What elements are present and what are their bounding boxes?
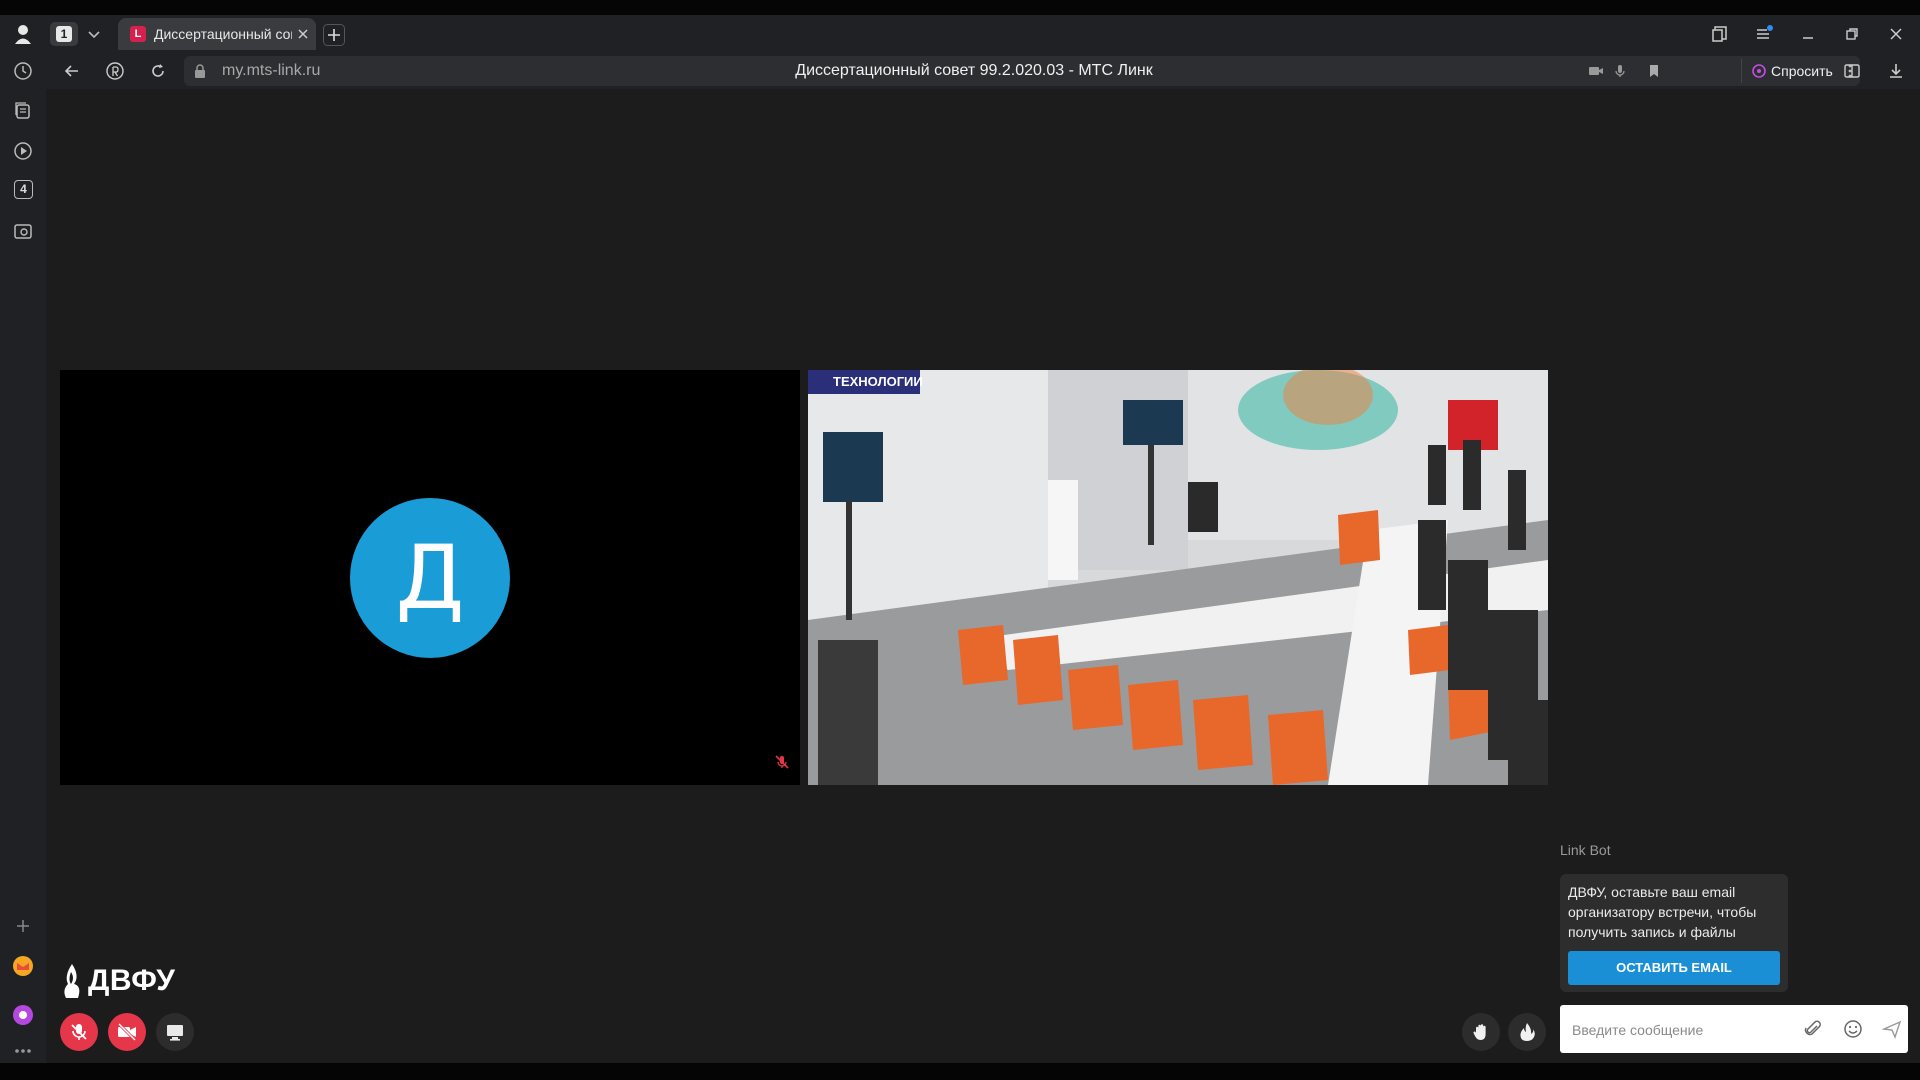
bookmark-icon[interactable] (1646, 63, 1662, 79)
alice-assistant-icon[interactable] (12, 1004, 34, 1026)
back-icon[interactable] (62, 61, 82, 81)
emoji-icon[interactable] (1843, 1019, 1863, 1039)
dvfu-flame-logo-icon (64, 964, 80, 998)
muted-mic-icon (775, 755, 789, 769)
camera-banner-text: ТЕХНОЛОГИИ (833, 374, 923, 389)
chat-message-input[interactable] (1570, 1017, 1784, 1043)
restore-icon[interactable] (1842, 24, 1862, 44)
more-icon[interactable] (12, 1040, 34, 1062)
mic-off-icon (71, 1024, 87, 1040)
ask-label: Спросить (1771, 63, 1833, 79)
mts-link-favicon-icon: L (130, 26, 146, 42)
raise-hand-button[interactable] (1462, 1013, 1500, 1051)
bot-message-card: ДВФУ, оставьте ваш email организатору вс… (1560, 874, 1788, 992)
attach-icon[interactable] (1803, 1019, 1823, 1039)
close-window-icon[interactable] (1886, 24, 1906, 44)
flame-icon (1520, 1023, 1535, 1041)
screenshot-icon[interactable] (12, 220, 34, 242)
camera-permission-icon[interactable] (1588, 63, 1604, 79)
page-title: Диссертационный совет 99.2.020.03 - МТС … (795, 62, 1153, 79)
close-tab-icon[interactable] (296, 27, 310, 41)
hand-icon (1473, 1024, 1486, 1040)
reload-icon[interactable] (148, 61, 168, 81)
screen-top-strip (0, 0, 1920, 15)
omnibox[interactable]: my.mts-link.ru Диссертационный совет 99.… (184, 56, 1860, 86)
tab-counter[interactable]: 1 (50, 22, 78, 46)
conference-room-video-icon: ТЕХНОЛОГИИ (808, 370, 1548, 785)
screen-bottom-strip (0, 1063, 1920, 1080)
active-tab[interactable]: L Диссертационный совет 99.2.020.03 - МТ… (118, 18, 316, 50)
camera-video-tile[interactable]: ТЕХНОЛОГИИ (808, 370, 1548, 785)
collections-icon[interactable] (12, 100, 34, 122)
browser-sidebar: 4 (0, 53, 46, 1063)
spark-icon (1752, 64, 1766, 78)
dvfu-logo: ДВФУ (60, 960, 175, 1002)
history-icon[interactable] (12, 60, 34, 82)
bot-message-text: ДВФУ, оставьте ваш email организатору вс… (1568, 884, 1757, 940)
bot-name: Link Bot (1560, 842, 1611, 858)
menu-icon[interactable] (1754, 24, 1774, 44)
chevron-down-icon[interactable] (86, 26, 102, 42)
ask-button[interactable]: Спросить (1741, 59, 1852, 83)
tab-count-value: 1 (56, 26, 72, 42)
add-icon[interactable] (12, 915, 34, 937)
profile-icon[interactable] (12, 23, 34, 45)
reading-list-icon[interactable] (1842, 61, 1862, 81)
browser-tab-bar: 1 L Диссертационный совет 99.2.020.03 - … (0, 15, 1920, 53)
mail-icon[interactable] (12, 955, 34, 977)
minimize-icon[interactable] (1798, 24, 1818, 44)
send-icon[interactable] (1882, 1019, 1902, 1039)
download-icon[interactable] (1886, 61, 1906, 81)
leave-email-button[interactable]: ОСТАВИТЬ EMAIL (1568, 951, 1780, 985)
new-tab-icon[interactable] (323, 24, 345, 46)
toggle-microphone-button[interactable] (60, 1013, 98, 1051)
address-bar-row: my.mts-link.ru Диссертационный совет 99.… (46, 53, 1920, 89)
participant-tile[interactable]: Д (60, 370, 800, 785)
badge-4-icon[interactable]: 4 (14, 180, 33, 199)
reactions-button[interactable] (1508, 1013, 1546, 1051)
chat-input-box (1560, 1005, 1908, 1053)
participant-avatar: Д (350, 498, 510, 658)
monitor-icon (167, 1025, 183, 1041)
yandex-icon[interactable] (105, 61, 125, 81)
screen-share-button[interactable] (156, 1013, 194, 1051)
toggle-camera-button[interactable] (108, 1013, 146, 1051)
microphone-permission-icon[interactable] (1612, 63, 1628, 79)
logo-text: ДВФУ (88, 964, 176, 997)
camera-off-icon (117, 1022, 137, 1042)
tab-collections-icon[interactable] (1710, 24, 1730, 44)
tab-title: Диссертационный совет 99.2.020.03 - МТС … (154, 26, 292, 42)
play-icon[interactable] (12, 140, 34, 162)
